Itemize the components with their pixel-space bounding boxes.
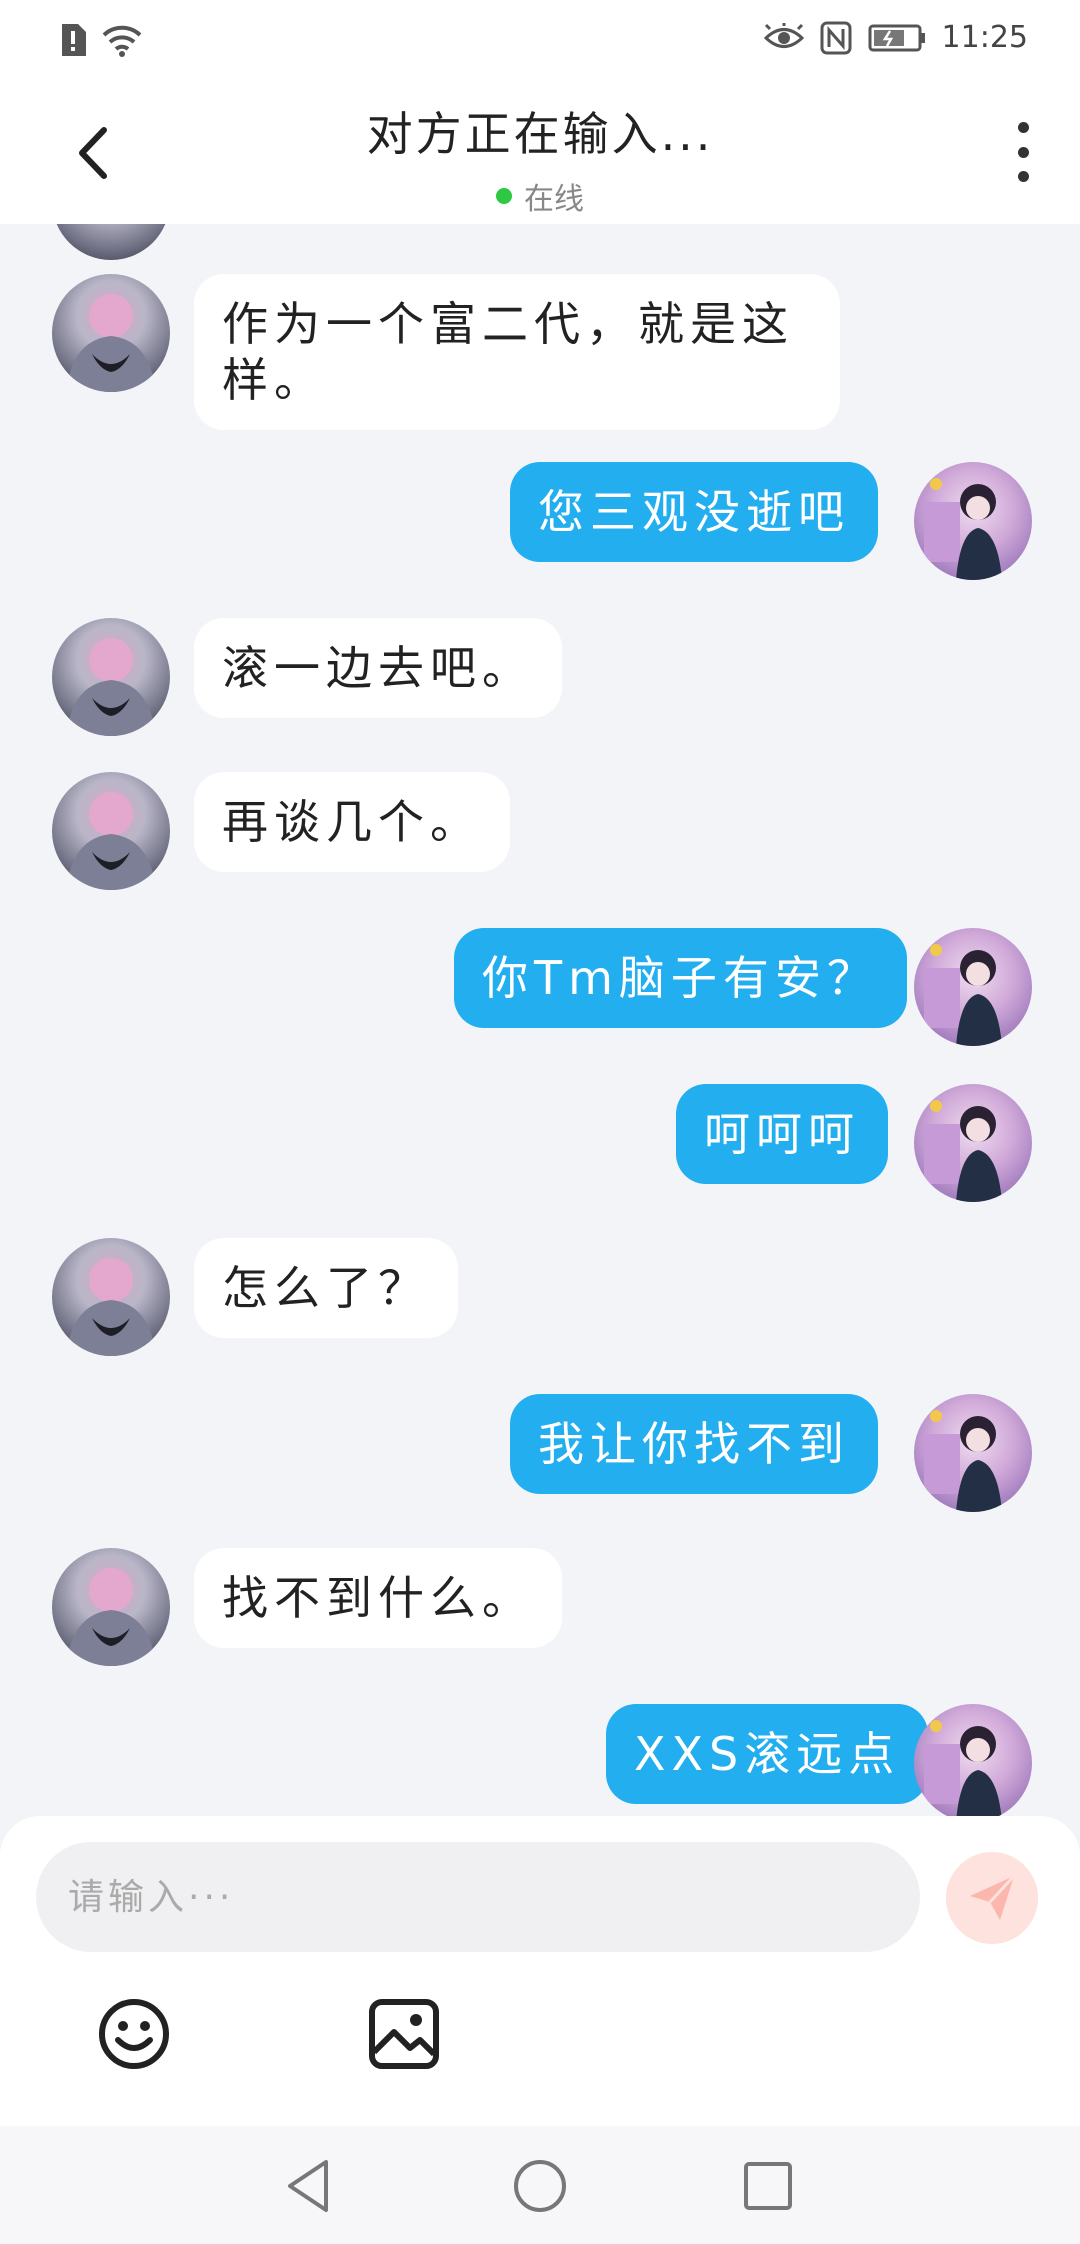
avatar-other[interactable] [52, 618, 170, 736]
avatar-self-image [924, 944, 1002, 1046]
square-recents-icon [744, 2162, 792, 2210]
title-block: 对方正在输入... 在线 [0, 98, 1080, 218]
triangle-back-icon [288, 2160, 328, 2212]
clock: 11:25 [941, 20, 1028, 55]
avatar-self[interactable] [914, 1394, 1032, 1512]
nav-home-button[interactable] [508, 2154, 572, 2218]
avatar-other-image [66, 1258, 156, 1356]
avatar-self[interactable] [914, 928, 1032, 1046]
paper-plane-icon [970, 1874, 1016, 1920]
image-icon [369, 1999, 439, 2069]
status-bar: 11:25 [0, 0, 1080, 80]
message-bubble-outgoing[interactable]: XXS滚远点 [606, 1704, 929, 1804]
online-dot-icon [496, 188, 512, 204]
status-right: 11:25 [763, 20, 1028, 55]
avatar-other[interactable] [52, 772, 170, 890]
avatar-self[interactable] [914, 1704, 1032, 1816]
online-status: 在线 [0, 174, 1080, 218]
nav-back-button[interactable] [278, 2154, 342, 2218]
circle-home-icon [514, 2160, 566, 2212]
message-bubble-outgoing[interactable]: 呵呵呵 [676, 1084, 888, 1184]
message-bubble-incoming[interactable]: 滚一边去吧。 [194, 618, 562, 718]
message-bubble-incoming[interactable]: 作为一个富二代，就是这样。 [194, 274, 840, 430]
avatar-self-image [924, 1410, 1002, 1512]
sim-alert-icon [62, 24, 86, 56]
more-options-button[interactable] [1008, 122, 1038, 182]
message-input[interactable] [36, 1842, 920, 1952]
more-dot-icon [1017, 122, 1029, 133]
online-status-label: 在线 [524, 182, 584, 217]
avatar-other[interactable] [52, 224, 170, 260]
message-bubble-outgoing[interactable]: 你Tm脑子有安？ [454, 928, 907, 1028]
more-dot-icon [1017, 146, 1029, 158]
more-dot-icon [1017, 171, 1029, 182]
message-bubble-outgoing[interactable]: 我让你找不到 [510, 1394, 878, 1494]
battery-icon [868, 24, 925, 51]
message-bubble-outgoing[interactable]: 您三观没逝吧 [510, 462, 878, 562]
avatar-self[interactable] [914, 1084, 1032, 1202]
nfc-icon [820, 21, 852, 54]
avatar-other-image [66, 294, 156, 392]
send-button[interactable] [946, 1852, 1038, 1944]
avatar-other[interactable] [52, 1238, 170, 1356]
avatar-other[interactable] [52, 1548, 170, 1666]
avatar-self-image [924, 1100, 1002, 1202]
system-nav-bar [0, 2126, 1080, 2244]
message-bubble-incoming[interactable]: 找不到什么。 [194, 1548, 562, 1648]
image-button[interactable] [366, 1996, 442, 2072]
avatar-self-image [924, 1720, 1002, 1816]
avatar-other[interactable] [52, 274, 170, 392]
chat-header: 对方正在输入... 在线 [0, 80, 1080, 224]
message-bubble-incoming[interactable]: 再谈几个。 [194, 772, 510, 872]
nav-recents-button[interactable] [736, 2154, 800, 2218]
emoji-button[interactable] [96, 1996, 172, 2072]
avatar-self[interactable] [914, 462, 1032, 580]
composer [0, 1816, 1080, 2126]
page-title: 对方正在输入... [366, 107, 714, 161]
smiley-icon [99, 1999, 169, 2069]
message-bubble-incoming[interactable]: 怎么了？ [194, 1238, 458, 1338]
avatar-other-image [66, 638, 156, 736]
wifi-icon [102, 25, 142, 57]
avatar-other-image [66, 1568, 156, 1666]
avatar-other-image [66, 792, 156, 890]
avatar-self-image [924, 478, 1002, 580]
eye-icon [763, 22, 804, 48]
chat-list[interactable]: 作为一个富二代，就是这样。 您三观没逝吧 滚一边去吧。 再谈几个。 你Tm脑子有… [0, 224, 1080, 1816]
status-left [58, 22, 142, 58]
